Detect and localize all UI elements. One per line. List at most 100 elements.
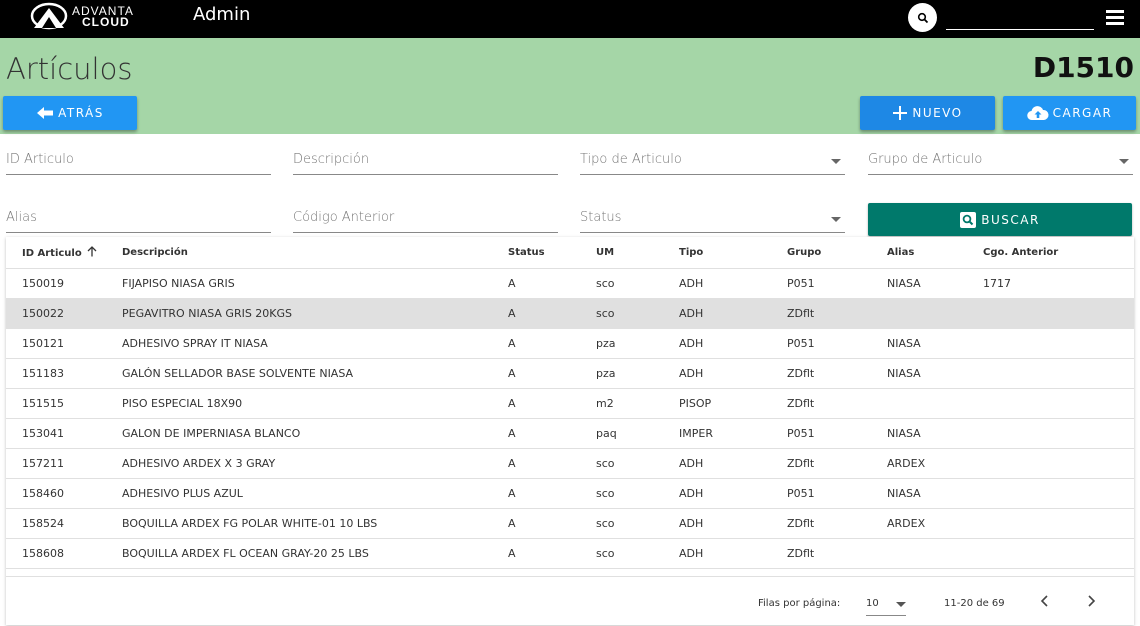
plus-icon [893, 106, 908, 120]
grupo-articulo-placeholder: Grupo de Articulo [868, 152, 983, 167]
cell-id: 158608 [6, 538, 122, 569]
table-header-row: ID Articulo Descripción Status UM Tipo G… [6, 237, 1134, 269]
arrow-left-icon [37, 107, 54, 119]
cell-cgo-anterior [983, 388, 1134, 419]
chevron-down-icon [831, 159, 841, 164]
id-articulo-input[interactable]: ID Articulo [6, 146, 271, 175]
tipo-articulo-select[interactable]: Tipo de Articulo [580, 146, 845, 175]
column-header-id[interactable]: ID Articulo [6, 237, 122, 269]
table-row[interactable]: 153041 GALON DE IMPERNIASA BLANCO Apaq IMPE… [6, 418, 1134, 449]
cell-grupo: ZDflt [787, 388, 887, 419]
cell-um: sco [596, 268, 679, 299]
column-header-cgo-anterior[interactable]: Cgo. Anterior [983, 237, 1134, 269]
chevron-down-icon [1119, 159, 1129, 164]
cell-id: 150022 [6, 298, 122, 329]
back-button[interactable]: ATRÁS [3, 96, 137, 130]
cell-cgo-anterior [983, 448, 1134, 479]
upload-button[interactable]: CARGAR [1003, 96, 1136, 130]
arrow-up-icon [87, 246, 97, 257]
rows-per-page-value: 10 [866, 598, 879, 609]
column-header-tipo[interactable]: Tipo [679, 237, 787, 269]
id-articulo-placeholder: ID Articulo [6, 152, 74, 167]
cell-descripcion: GALÓN SELLADOR BASE SOLVENTE NIASA [122, 358, 508, 389]
grupo-articulo-select[interactable]: Grupo de Articulo [868, 146, 1133, 175]
table-row[interactable]: 157211 ADHESIVO ARDEX X 3 GRAY Asco ADH ZDfl… [6, 448, 1134, 479]
cell-descripcion: BOQUILLA ARDEX FL OCEAN GRAY-20 25 LBS [122, 538, 508, 569]
table-row[interactable]: 150019 FIJAPISO NIASA GRIS Asco ADH P051 NIAS… [6, 268, 1134, 299]
cell-um: sco [596, 538, 679, 569]
buscar-button[interactable]: BUSCAR [868, 203, 1132, 236]
cell-cgo-anterior [983, 478, 1134, 509]
cell-alias: NIASA [887, 328, 983, 359]
cell-id: 150121 [6, 328, 122, 359]
app-title: Admin [193, 4, 251, 25]
table-row[interactable]: 158524 BOQUILLA ARDEX FG POLAR WHITE-01 1… [6, 508, 1134, 539]
tipo-articulo-placeholder: Tipo de Articulo [580, 152, 682, 167]
page-range: 11-20 de 69 [944, 598, 1005, 609]
search-button[interactable] [908, 3, 937, 32]
cell-id: 158460 [6, 478, 122, 509]
chevron-right-icon[interactable] [1084, 593, 1098, 609]
cell-alias: NIASA [887, 418, 983, 449]
advanta-logo[interactable]: ADVANTA CLOUD [28, 0, 134, 34]
cell-alias: ARDEX [887, 448, 983, 479]
alias-input[interactable]: Alias [6, 204, 271, 233]
cell-descripcion: ADHESIVO ARDEX X 3 GRAY [122, 448, 508, 479]
cell-descripcion: ADHESIVO SPRAY IT NIASA [122, 328, 508, 359]
descripcion-placeholder: Descripción [293, 152, 370, 167]
column-header-status[interactable]: Status [508, 237, 596, 269]
rows-per-page-select[interactable]: 10 [866, 598, 906, 616]
cell-cgo-anterior [983, 298, 1134, 329]
table-row[interactable]: 158608 BOQUILLA ARDEX FL OCEAN GRAY-20 25… [6, 538, 1134, 569]
hamburger-menu-icon[interactable] [1106, 10, 1124, 25]
cell-status: A [508, 328, 596, 359]
cell-um: sco [596, 298, 679, 329]
cell-grupo: ZDflt [787, 538, 887, 569]
rows-per-page-label: Filas por página: [758, 598, 841, 609]
cell-tipo: PISOP [679, 388, 787, 419]
table-row[interactable]: 150121 ADHESIVO SPRAY IT NIASA Apza ADH P051… [6, 328, 1134, 359]
table-row[interactable]: 151183 GALÓN SELLADOR BASE SOLVENTE NIASA… [6, 358, 1134, 389]
page-title: Artículos [6, 52, 133, 86]
cell-status: A [508, 538, 596, 569]
cell-descripcion: BOQUILLA ARDEX FG POLAR WHITE-01 10 LBS [122, 508, 508, 539]
cell-um: pza [596, 328, 679, 359]
cell-grupo: ZDflt [787, 358, 887, 389]
cell-grupo: ZDflt [787, 448, 887, 479]
column-header-um[interactable]: UM [596, 237, 679, 269]
table-row[interactable]: 150022 PEGAVITRO NIASA GRIS 20KGS Asco ADH Z… [6, 298, 1134, 329]
column-header-descripcion[interactable]: Descripción [122, 237, 508, 269]
codigo-anterior-input[interactable]: Código Anterior [293, 204, 558, 233]
status-placeholder: Status [580, 210, 622, 225]
column-header-grupo[interactable]: Grupo [787, 237, 887, 269]
column-header-alias[interactable]: Alias [887, 237, 983, 269]
cell-grupo: P051 [787, 328, 887, 359]
cell-id: 151515 [6, 388, 122, 419]
cell-um: sco [596, 508, 679, 539]
descripcion-input[interactable]: Descripción [293, 146, 558, 175]
status-select[interactable]: Status [580, 204, 845, 233]
cell-status: A [508, 298, 596, 329]
chevron-left-icon[interactable] [1038, 593, 1052, 609]
table-row[interactable]: 158460 ADHESIVO PLUS AZUL Asco ADH P051 NIASA [6, 478, 1134, 509]
cell-tipo: ADH [679, 478, 787, 509]
cell-um: sco [596, 478, 679, 509]
cell-tipo: ADH [679, 358, 787, 389]
codigo-anterior-placeholder: Código Anterior [293, 210, 395, 225]
table-row[interactable]: 151515 PISO ESPECIAL 18X90 Am2 PISOP ZDflt [6, 388, 1134, 419]
cell-cgo-anterior [983, 418, 1134, 449]
cell-descripcion: PEGAVITRO NIASA GRIS 20KGS [122, 298, 508, 329]
new-button[interactable]: NUEVO [860, 96, 995, 130]
search-icon [960, 211, 977, 228]
alias-placeholder: Alias [6, 210, 37, 225]
upload-button-label: CARGAR [1052, 106, 1113, 120]
cell-id: 151183 [6, 358, 122, 389]
cell-alias [887, 298, 983, 329]
chevron-down-icon [896, 602, 906, 607]
global-search-input[interactable] [946, 29, 1094, 30]
logo-mark-icon [30, 2, 68, 30]
cell-grupo: ZDflt [787, 298, 887, 329]
table-body: 150019 FIJAPISO NIASA GRIS Asco ADH P051 NIAS… [6, 268, 1134, 569]
cell-alias [887, 388, 983, 419]
cell-tipo: ADH [679, 538, 787, 569]
